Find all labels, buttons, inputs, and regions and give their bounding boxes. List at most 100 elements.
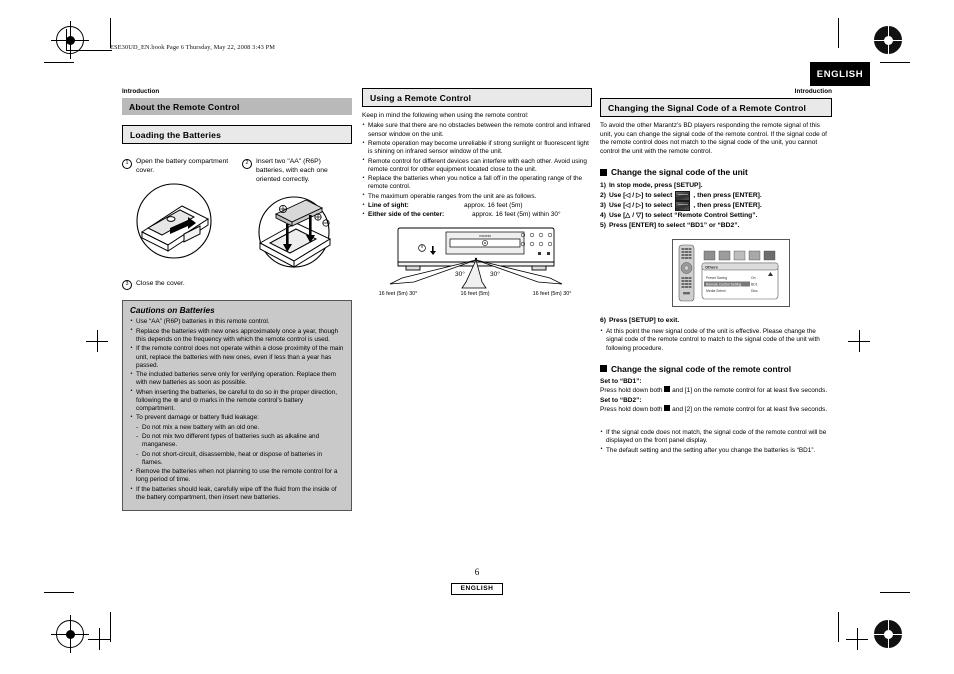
caution-item: Replace the batteries with new ones appr… [130,327,344,344]
book-file-header: ESE30UD_EN.book Page 6 Thursday, May 22,… [110,44,276,51]
osd-row-label: Preset Saving [706,276,727,280]
step-text: Use [◁ / ▷] to select [608,192,673,200]
range-label: Either side of the center: [368,211,445,219]
step-number-1: 1 [122,158,132,169]
step-text-3: Close the cover. [136,279,185,287]
page-footer: 6 ENGLISH [0,567,954,595]
others-menu-icon [675,201,691,212]
step-text-after: , then press [ENTER]. [693,202,762,210]
bd1-text-before: Press hold down both [600,387,663,395]
step6-notes: At this point the new signal code of the… [600,328,832,353]
battery-step-1: 1 Open the battery compartment cover. [122,158,230,274]
bd2-label: Set to “BD2”: [600,396,642,404]
registration-mark-bottom-left [51,615,89,653]
stop-button-icon [664,405,671,412]
using-remote-item: Replace the batteries when you notice a … [362,175,592,191]
step-number: 1) [600,182,606,190]
bd2-text-after: and [2] on the remote control for at lea… [672,406,828,414]
range-value: approx. 16 feet (5m) within 30° [472,211,561,219]
section-heading-using-remote: Using a Remote Control [362,88,592,107]
step-text-after: , then press [ENTER]. [693,192,762,200]
step-text: Press [ENTER] to select “BD1” or “BD2”. [608,221,740,229]
figure-insert-batteries [242,191,350,274]
step-number: 3) [600,202,606,210]
bd1-label: Set to “BD1”: [600,377,642,385]
step-number: 4) [600,212,606,220]
stop-button-icon [664,386,671,393]
step-text: Use [△ / ▽] to select “Remote Control Se… [608,212,758,220]
middle-column: Using a Remote Control Keep in mind the … [362,88,592,301]
step-number-3: 3 [122,280,132,291]
step-number: 6) [600,317,606,325]
osd-row-label-highlighted: Remote Control Setting [706,283,741,287]
unit-step-2: 2) Use [◁ / ▷] to select , then press [E… [600,191,832,202]
using-remote-list: Make sure that there are no obstacles be… [362,122,592,200]
range-label: Line of sight: [368,202,409,210]
manual-page: ESE30UD_EN.book Page 6 Thursday, May 22,… [0,0,954,674]
language-tab: ENGLISH [810,62,870,86]
using-remote-item: Remote control for different devices can… [362,157,592,174]
trim-tick-bottom-left [110,612,111,642]
crop-mark-right-middle [848,330,870,352]
range-side-center: Either side of the center: approx. 16 fe… [362,211,592,220]
unit-step-1: 1) In stop mode, press [SETUP]. [600,181,832,191]
registration-mark-top-right [869,21,907,59]
heading-text: Change the signal code of the unit [611,167,748,178]
caution-item: If the batteries should leak, carefully … [130,486,344,502]
step-text-2: Insert two "AA" (R6P) batteries, with ea… [256,158,328,183]
osd-row-value-highlighted: BD1 [751,283,758,287]
header-rule-horizontal [66,50,112,51]
diagram-angle-left: 30° [455,270,465,278]
unit-step-4: 4) Use [△ / ▽] to select “Remote Control… [600,211,832,221]
caution-item: Remove the batteries when not planning t… [130,468,344,484]
battery-steps: 1 Open the battery compartment cover. 2 … [122,158,352,274]
bd1-instruction: Press hold down both and [1] on the remo… [600,386,832,396]
step-number: 5) [600,221,606,229]
remote-range-diagram: marantz 30° 30° 16 feet (5m) 30° 16 feet… [362,226,592,301]
osd-row-value: On [751,276,756,280]
range-value: approx. 16 feet (5m) [464,202,523,210]
bd2-instruction: Press hold down both and [2] on the remo… [600,405,832,415]
signal-code-intro: To avoid the other Marantz’s BD players … [600,122,827,155]
diagram-caption-right: 16 feet (5m) 30° [533,291,572,296]
caution-subitem: Do not short-circuit, disassemble, heat … [130,451,344,467]
bd1-text-after: and [1] on the remote control for at lea… [672,387,828,395]
subsection-heading-loading-batteries: Loading the Batteries [122,125,352,144]
trim-tick-top-right [838,18,839,48]
cautions-on-batteries-box: Cautions on Batteries Use “AA” (R6P) bat… [122,300,352,512]
caution-item: To prevent damage or battery fluid leaka… [130,414,344,422]
unit-step-6: 6) Press [SETUP] to exit. [600,316,832,326]
trim-tick-left-top [44,62,74,63]
step-number-2: 2 [242,158,252,169]
signal-code-notes: If the signal code does not match, the s… [600,429,832,455]
left-eyebrow: Introduction [122,88,160,95]
diagram-angle-right: 30° [490,270,500,278]
setup-menu-icon [675,191,691,202]
step6-note: At this point the new signal code of the… [600,328,832,353]
step-text: Use [◁ / ▷] to select [608,202,673,210]
cautions-list: Use “AA” (R6P) batteries in this remote … [130,318,344,502]
header-rule-vertical [66,29,67,51]
square-bullet-icon [600,168,607,176]
battery-step-3: 3 Close the cover. [122,280,352,291]
registration-mark-bottom-right [869,615,907,653]
using-remote-intro: Keep in mind the following when using th… [362,112,529,119]
section-heading-changing-signal-code: Changing the Signal Code of a Remote Con… [600,98,832,117]
page-number: 6 [474,567,480,577]
osd-screenshot: Others Preset Saving On Remote Control S… [672,239,790,308]
crop-mark-bottom-right [846,628,868,650]
crop-mark-left-middle [86,330,108,352]
using-remote-item: Remote operation may become unreliable i… [362,140,592,156]
range-line-sight: Line of sight: approx. 16 feet (5m) [362,202,592,211]
heading-change-remote-code: Change the signal code of the remote con… [600,364,832,374]
caution-item: Use “AA” (R6P) batteries in this remote … [130,318,344,326]
osd-row-value: Disc [751,289,758,293]
trim-tick-right-top [880,62,910,63]
left-column: Introduction About the Remote Control Lo… [122,88,352,512]
using-remote-item: Make sure that there are no obstacles be… [362,122,592,138]
unit-step-3: 3) Use [◁ / ▷] to select , then press [E… [600,201,832,212]
battery-step-2: 2 Insert two "AA" (R6P) batteries, with … [242,158,350,274]
caution-subitem: Do not mix two different types of batter… [130,433,344,449]
crop-mark-bottom-left [88,628,110,650]
trim-tick-bottom-right [838,612,839,642]
